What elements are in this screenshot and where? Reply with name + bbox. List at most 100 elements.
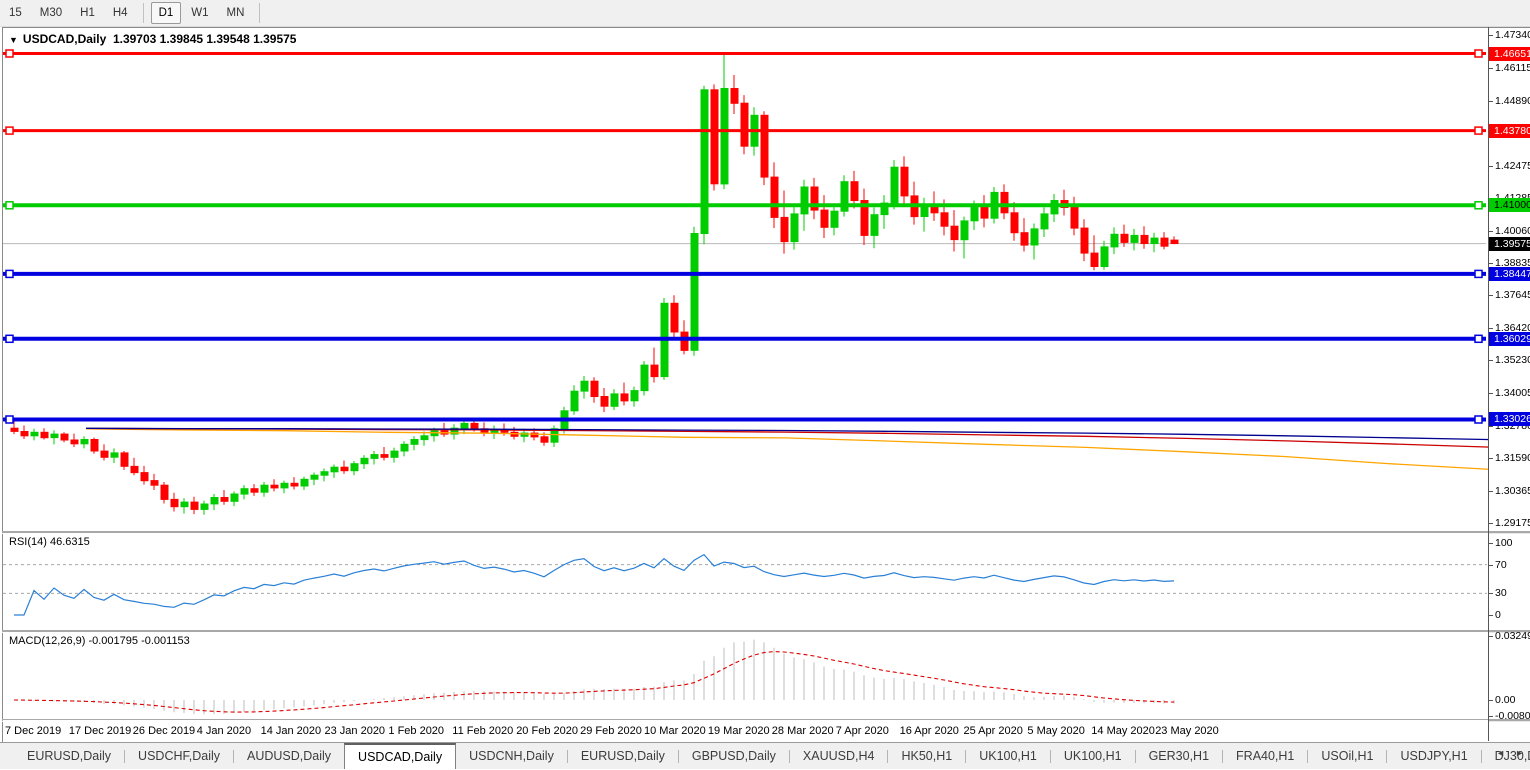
timeframe-button-15[interactable]: 15 xyxy=(1,2,30,24)
price-tick-label: 1.37645 xyxy=(1495,289,1530,301)
symbol-dropdown-arrow-icon[interactable]: ▼ xyxy=(9,35,18,45)
tab-usdcad-daily[interactable]: USDCAD,Daily xyxy=(344,743,456,769)
tab-audusd-daily[interactable]: AUDUSD,Daily xyxy=(234,743,344,769)
price-tick-label: 70 xyxy=(1495,559,1507,571)
chart-symbol-label: USDCAD,Daily xyxy=(23,32,106,46)
time-axis[interactable]: 7 Dec 201917 Dec 201926 Dec 20194 Jan 20… xyxy=(3,720,1488,741)
candlestick-chart-canvas[interactable] xyxy=(3,28,1488,531)
axis-tick xyxy=(1489,700,1493,701)
date-label: 1 Feb 2020 xyxy=(388,725,444,737)
chart-ohlc-values: 1.39703 1.39845 1.39548 1.39575 xyxy=(113,32,297,46)
timeframe-button-d1[interactable]: D1 xyxy=(151,2,182,24)
price-tick-label: 1.42475 xyxy=(1495,160,1530,172)
price-tick-label: 30 xyxy=(1495,587,1507,599)
macd-chart-canvas[interactable] xyxy=(3,632,1488,719)
date-label: 4 Jan 2020 xyxy=(197,725,251,737)
axis-tick xyxy=(1489,523,1493,524)
timeframe-button-w1[interactable]: W1 xyxy=(183,2,216,24)
date-label: 20 Feb 2020 xyxy=(516,725,578,737)
axis-tick xyxy=(1489,636,1493,637)
axis-tick xyxy=(1489,35,1493,36)
price-tick-label: 1.44890 xyxy=(1495,95,1530,107)
tab-uk100-h1[interactable]: UK100,H1 xyxy=(1051,743,1135,769)
tab-fra40-h1[interactable]: FRA40,H1 xyxy=(1223,743,1307,769)
price-chart-pane[interactable] xyxy=(3,28,1488,531)
timeframe-button-mn[interactable]: MN xyxy=(219,2,253,24)
tab-ger30-h1[interactable]: GER30,H1 xyxy=(1136,743,1222,769)
rsi-chart-canvas[interactable] xyxy=(3,533,1488,630)
axis-tick xyxy=(1489,716,1493,717)
axis-tick xyxy=(1489,565,1493,566)
date-label: 26 Dec 2019 xyxy=(133,725,195,737)
tab-eurusd-daily[interactable]: EURUSD,Daily xyxy=(568,743,678,769)
timeframe-button-m30[interactable]: M30 xyxy=(32,2,70,24)
axis-tick xyxy=(1489,491,1493,492)
tab-scroll-left-button[interactable]: ◄ xyxy=(1496,748,1505,758)
price-tick-label: 0 xyxy=(1495,609,1501,621)
axis-tick xyxy=(1489,393,1493,394)
tab-gbpusd-daily[interactable]: GBPUSD,Daily xyxy=(679,743,789,769)
axis-tick xyxy=(1489,615,1493,616)
price-tick-label: 1.35230 xyxy=(1495,354,1530,366)
price-tick-label: 1.47340 xyxy=(1495,29,1530,41)
price-line-label: 1.46651 xyxy=(1489,47,1530,61)
axis-tick xyxy=(1489,360,1493,361)
axis-tick xyxy=(1489,295,1493,296)
date-label: 14 May 2020 xyxy=(1091,725,1155,737)
tab-uk100-h1[interactable]: UK100,H1 xyxy=(966,743,1050,769)
price-line-label: 1.39575 xyxy=(1489,237,1530,251)
timeframe-button-h4[interactable]: H4 xyxy=(105,2,136,24)
toolbar-separator xyxy=(259,3,260,23)
tab-xauusd-h4[interactable]: XAUUSD,H4 xyxy=(790,743,888,769)
price-tick-label: 0.00 xyxy=(1495,694,1515,706)
axis-tick xyxy=(1489,68,1493,69)
date-label: 23 Jan 2020 xyxy=(325,725,386,737)
tab-eurusd-daily[interactable]: EURUSD,Daily xyxy=(14,743,124,769)
tab-usdcnh-daily[interactable]: USDCNH,Daily xyxy=(456,743,567,769)
tab-scroll-buttons: ◄ ► xyxy=(1496,748,1524,758)
tab-scroll-right-button[interactable]: ► xyxy=(1515,748,1524,758)
price-tick-label: 1.29175 xyxy=(1495,517,1530,529)
axis-tick xyxy=(1489,328,1493,329)
tab-usdjpy-h1[interactable]: USDJPY,H1 xyxy=(1387,743,1480,769)
date-label: 16 Apr 2020 xyxy=(900,725,959,737)
price-line-label: 1.43780 xyxy=(1489,124,1530,138)
axis-tick xyxy=(1489,263,1493,264)
date-label: 7 Apr 2020 xyxy=(836,725,889,737)
price-line-label: 1.36029 xyxy=(1489,332,1530,346)
timeframe-toolbar: 15M30H1H4 D1W1MN xyxy=(0,0,1530,27)
macd-label: MACD(12,26,9) -0.001795 -0.001153 xyxy=(9,635,190,647)
date-label: 29 Feb 2020 xyxy=(580,725,642,737)
rsi-label: RSI(14) 46.6315 xyxy=(9,536,90,548)
axis-tick xyxy=(1489,543,1493,544)
date-label: 11 Feb 2020 xyxy=(452,725,513,737)
price-tick-label: 1.34005 xyxy=(1495,387,1530,399)
price-tick-label: 1.30365 xyxy=(1495,485,1530,497)
macd-indicator-pane[interactable] xyxy=(3,632,1488,719)
toolbar-separator xyxy=(143,3,144,23)
date-label: 25 Apr 2020 xyxy=(964,725,1023,737)
axis-tick xyxy=(1489,593,1493,594)
tab-usdchf-daily[interactable]: USDCHF,Daily xyxy=(125,743,233,769)
tab-usoil-h1[interactable]: USOil,H1 xyxy=(1308,743,1386,769)
price-tick-label: 1.46115 xyxy=(1495,62,1530,74)
price-line-label: 1.41000 xyxy=(1489,198,1530,212)
price-tick-label: 0.032493 xyxy=(1495,630,1530,642)
timeframe-button-h1[interactable]: H1 xyxy=(72,2,103,24)
date-label: 28 Mar 2020 xyxy=(772,725,834,737)
date-label: 23 May 2020 xyxy=(1155,725,1219,737)
date-label: 14 Jan 2020 xyxy=(261,725,322,737)
chart-title: ▼ USDCAD,Daily 1.39703 1.39845 1.39548 1.… xyxy=(9,32,296,46)
trading-terminal-window: 15M30H1H4 D1W1MN ▼ USDCAD,Daily 1.39703 1.… xyxy=(0,0,1530,770)
chart-tab-bar: EURUSD,DailyUSDCHF,DailyAUDUSD,DailyUSDC… xyxy=(0,742,1530,769)
tab-hk50-h1[interactable]: HK50,H1 xyxy=(888,743,965,769)
axis-tick xyxy=(1489,458,1493,459)
price-line-label: 1.38447 xyxy=(1489,267,1530,281)
date-label: 7 Dec 2019 xyxy=(5,725,61,737)
date-label: 5 May 2020 xyxy=(1027,725,1084,737)
price-line-label: 1.33026 xyxy=(1489,412,1530,426)
price-tick-label: -0.00808 xyxy=(1495,710,1530,722)
price-tick-label: 1.40060 xyxy=(1495,225,1530,237)
rsi-indicator-pane[interactable] xyxy=(3,533,1488,630)
price-tick-label: 100 xyxy=(1495,537,1513,549)
